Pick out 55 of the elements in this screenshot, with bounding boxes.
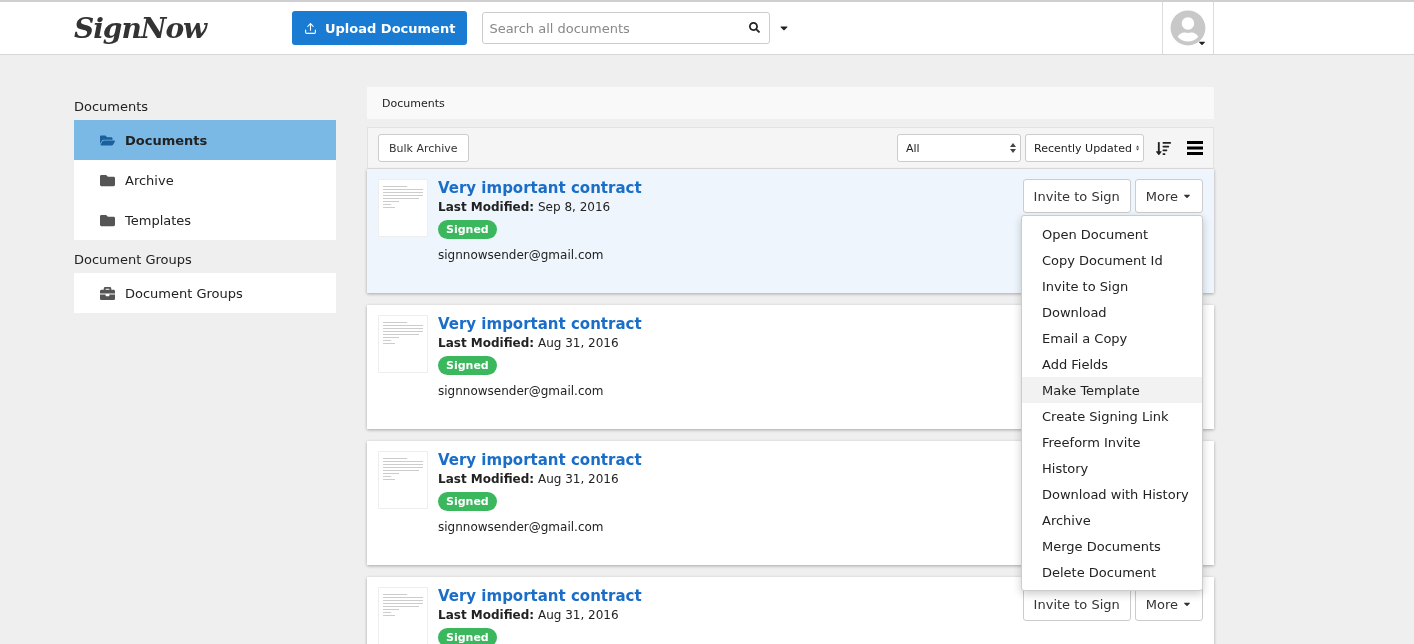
last-modified: Last Modified: Aug 31, 2016 bbox=[438, 336, 619, 350]
sender-email: signnowsender@gmail.com bbox=[438, 248, 604, 262]
menu-item[interactable]: Archive bbox=[1022, 507, 1202, 533]
sidebar-item[interactable]: Document Groups bbox=[74, 273, 336, 313]
search-icon[interactable] bbox=[749, 22, 761, 33]
document-thumbnail bbox=[378, 179, 428, 237]
last-modified: Last Modified: Sep 8, 2016 bbox=[438, 200, 611, 214]
invite-button[interactable]: Invite to Sign bbox=[1022, 179, 1131, 213]
status-badge: Signed bbox=[438, 220, 497, 239]
breadcrumb: Documents bbox=[367, 87, 1214, 119]
folder-icon bbox=[100, 212, 115, 228]
last-modified: Last Modified: Aug 31, 2016 bbox=[438, 608, 619, 622]
menu-item[interactable]: Email a Copy bbox=[1022, 325, 1202, 351]
document-thumbnail bbox=[378, 451, 428, 509]
updown-arrows-icon bbox=[1010, 143, 1016, 153]
document-title[interactable]: Very important contract bbox=[438, 179, 642, 197]
menu-item[interactable]: Invite to Sign bbox=[1022, 273, 1202, 299]
sender-email: signnowsender@gmail.com bbox=[438, 384, 604, 398]
logo[interactable]: SignNow bbox=[0, 11, 292, 45]
last-modified: Last Modified: Aug 31, 2016 bbox=[438, 472, 619, 486]
bulk-archive-button[interactable]: Bulk Archive bbox=[378, 134, 469, 162]
document-title[interactable]: Very important contract bbox=[438, 315, 642, 333]
menu-item[interactable]: Download with History bbox=[1022, 481, 1202, 507]
sidebar-item[interactable]: Archive bbox=[74, 160, 336, 200]
menu-item[interactable]: Add Fields bbox=[1022, 351, 1202, 377]
upload-button[interactable]: Upload Document bbox=[292, 11, 468, 45]
filter-select[interactable]: All bbox=[897, 134, 1021, 162]
folder-icon bbox=[100, 172, 115, 188]
sidebar-heading: Documents bbox=[74, 98, 150, 116]
document-thumbnail bbox=[378, 315, 428, 373]
sidebar-heading: Document Groups bbox=[74, 251, 193, 269]
sidebar-item[interactable]: Templates bbox=[74, 200, 336, 240]
document-card[interactable]: Very important contract Last Modified: Aug 31, 2016 Signed Invite to Sign More bbox=[367, 577, 1214, 644]
status-badge: Signed bbox=[438, 628, 497, 644]
menu-item[interactable]: History bbox=[1022, 455, 1202, 481]
more-button[interactable]: More bbox=[1134, 179, 1203, 213]
sender-email: signnowsender@gmail.com bbox=[438, 520, 604, 534]
menu-item[interactable]: Make Template bbox=[1022, 377, 1202, 403]
menu-item[interactable]: Merge Documents bbox=[1022, 533, 1202, 559]
document-thumbnail bbox=[378, 587, 428, 644]
document-title[interactable]: Very important contract bbox=[438, 451, 642, 469]
menu-item[interactable]: Create Signing Link bbox=[1022, 403, 1202, 429]
sidebar-item[interactable]: Documents bbox=[74, 120, 336, 160]
search-field[interactable]: Search all documents bbox=[482, 12, 771, 44]
sort-icon[interactable] bbox=[1156, 140, 1171, 156]
document-title[interactable]: Very important contract bbox=[438, 587, 642, 605]
briefcase-icon bbox=[100, 285, 115, 301]
list-view-icon[interactable] bbox=[1187, 141, 1203, 155]
updown-arrows-icon bbox=[1135, 143, 1139, 153]
menu-item[interactable]: Open Document bbox=[1022, 221, 1202, 247]
upload-icon bbox=[304, 21, 317, 35]
status-badge: Signed bbox=[438, 356, 497, 375]
sort-select[interactable]: Recently Updated bbox=[1025, 134, 1144, 162]
menu-item[interactable]: Copy Document Id bbox=[1022, 247, 1202, 273]
status-badge: Signed bbox=[438, 492, 497, 511]
